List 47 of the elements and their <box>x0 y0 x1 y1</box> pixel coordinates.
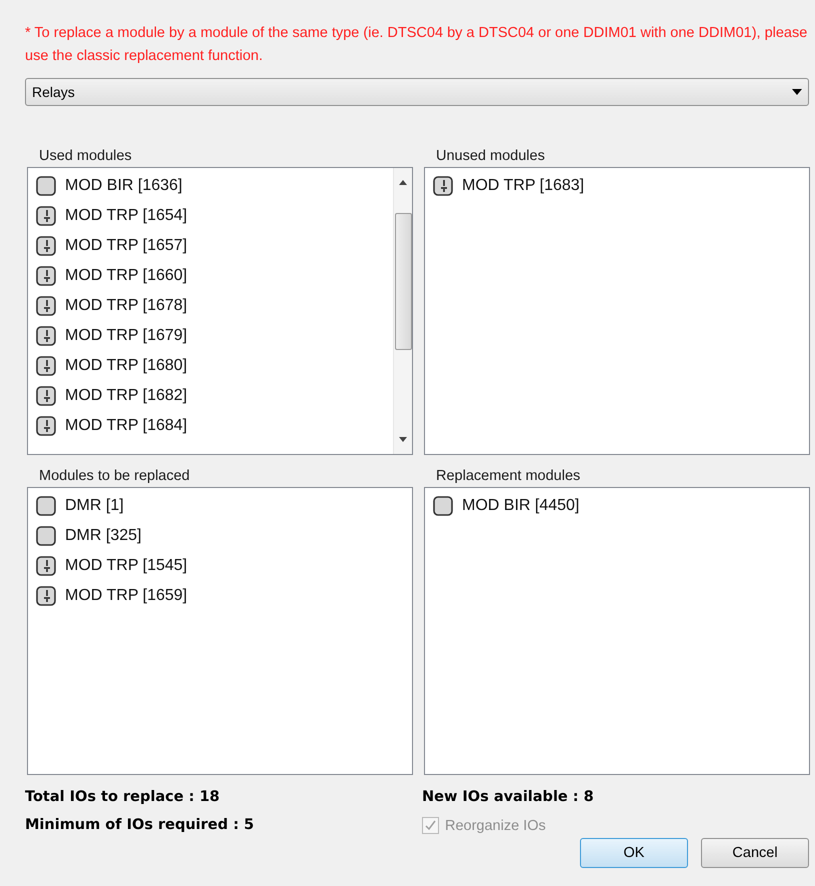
module-item[interactable]: MOD TRP [1657] <box>36 231 385 261</box>
module-io-icon <box>36 356 56 376</box>
scroll-down-icon <box>399 437 407 442</box>
module-item[interactable]: DMR [325] <box>36 521 404 551</box>
scroll-up-icon <box>399 180 407 185</box>
scroll-thumb[interactable] <box>394 213 412 350</box>
group-title: Modules to be replaced <box>38 468 191 485</box>
module-item[interactable]: MOD TRP [1682] <box>36 381 385 411</box>
module-item[interactable]: MOD TRP [1679] <box>36 321 385 351</box>
dialog-button[interactable]: OK <box>580 838 688 868</box>
module-item[interactable]: MOD TRP [1545] <box>36 551 404 581</box>
module-icon <box>36 176 56 196</box>
group-title: Unused modules <box>435 148 546 165</box>
total-ios-text: Total IOs to replace : 18 <box>25 789 221 805</box>
group-title: Used modules <box>38 148 133 165</box>
notice-text: * To replace a module by a module of the same type (ie. DTSC04 by a DTSC04 or one DDIM01 with one DDIM01), please use the classic replacement function. <box>25 24 808 66</box>
dropdown-caret-icon <box>792 89 802 95</box>
category-dropdown[interactable]: Relays <box>25 78 809 106</box>
scrollbar[interactable] <box>393 168 412 454</box>
module-item[interactable]: MOD TRP [1683] <box>433 171 801 201</box>
module-icon <box>36 526 56 546</box>
module-io-icon <box>36 296 56 316</box>
module-item[interactable]: MOD BIR [4450] <box>433 491 801 521</box>
module-io-icon <box>36 386 56 406</box>
minimum-ios-text: Minimum of IOs required : 5 <box>25 817 256 834</box>
module-icon <box>433 496 453 516</box>
dialog-button[interactable]: Cancel <box>701 838 809 868</box>
module-item[interactable]: MOD TRP [1678] <box>36 291 385 321</box>
module-item[interactable]: MOD TRP [1660] <box>36 261 385 291</box>
checkmark-icon <box>425 820 436 831</box>
module-io-icon <box>36 416 56 436</box>
module-item[interactable]: MOD BIR [1636] <box>36 171 385 201</box>
module-io-icon <box>36 206 56 226</box>
module-io-icon <box>36 326 56 346</box>
module-item[interactable]: DMR [1] <box>36 491 404 521</box>
module-item[interactable]: MOD TRP [1654] <box>36 201 385 231</box>
group-title: Replacement modules <box>435 468 582 485</box>
module-icon <box>36 496 56 516</box>
module-io-icon <box>36 236 56 256</box>
module-io-icon <box>36 266 56 286</box>
module-item[interactable]: MOD TRP [1684] <box>36 411 385 441</box>
module-io-icon <box>36 586 56 606</box>
module-io-icon <box>36 556 56 576</box>
module-item[interactable]: MOD TRP [1659] <box>36 581 404 611</box>
module-item[interactable]: MOD TRP [1680] <box>36 351 385 381</box>
new-ios-text: New IOs available : 8 <box>422 789 595 805</box>
module-io-icon <box>433 176 453 196</box>
